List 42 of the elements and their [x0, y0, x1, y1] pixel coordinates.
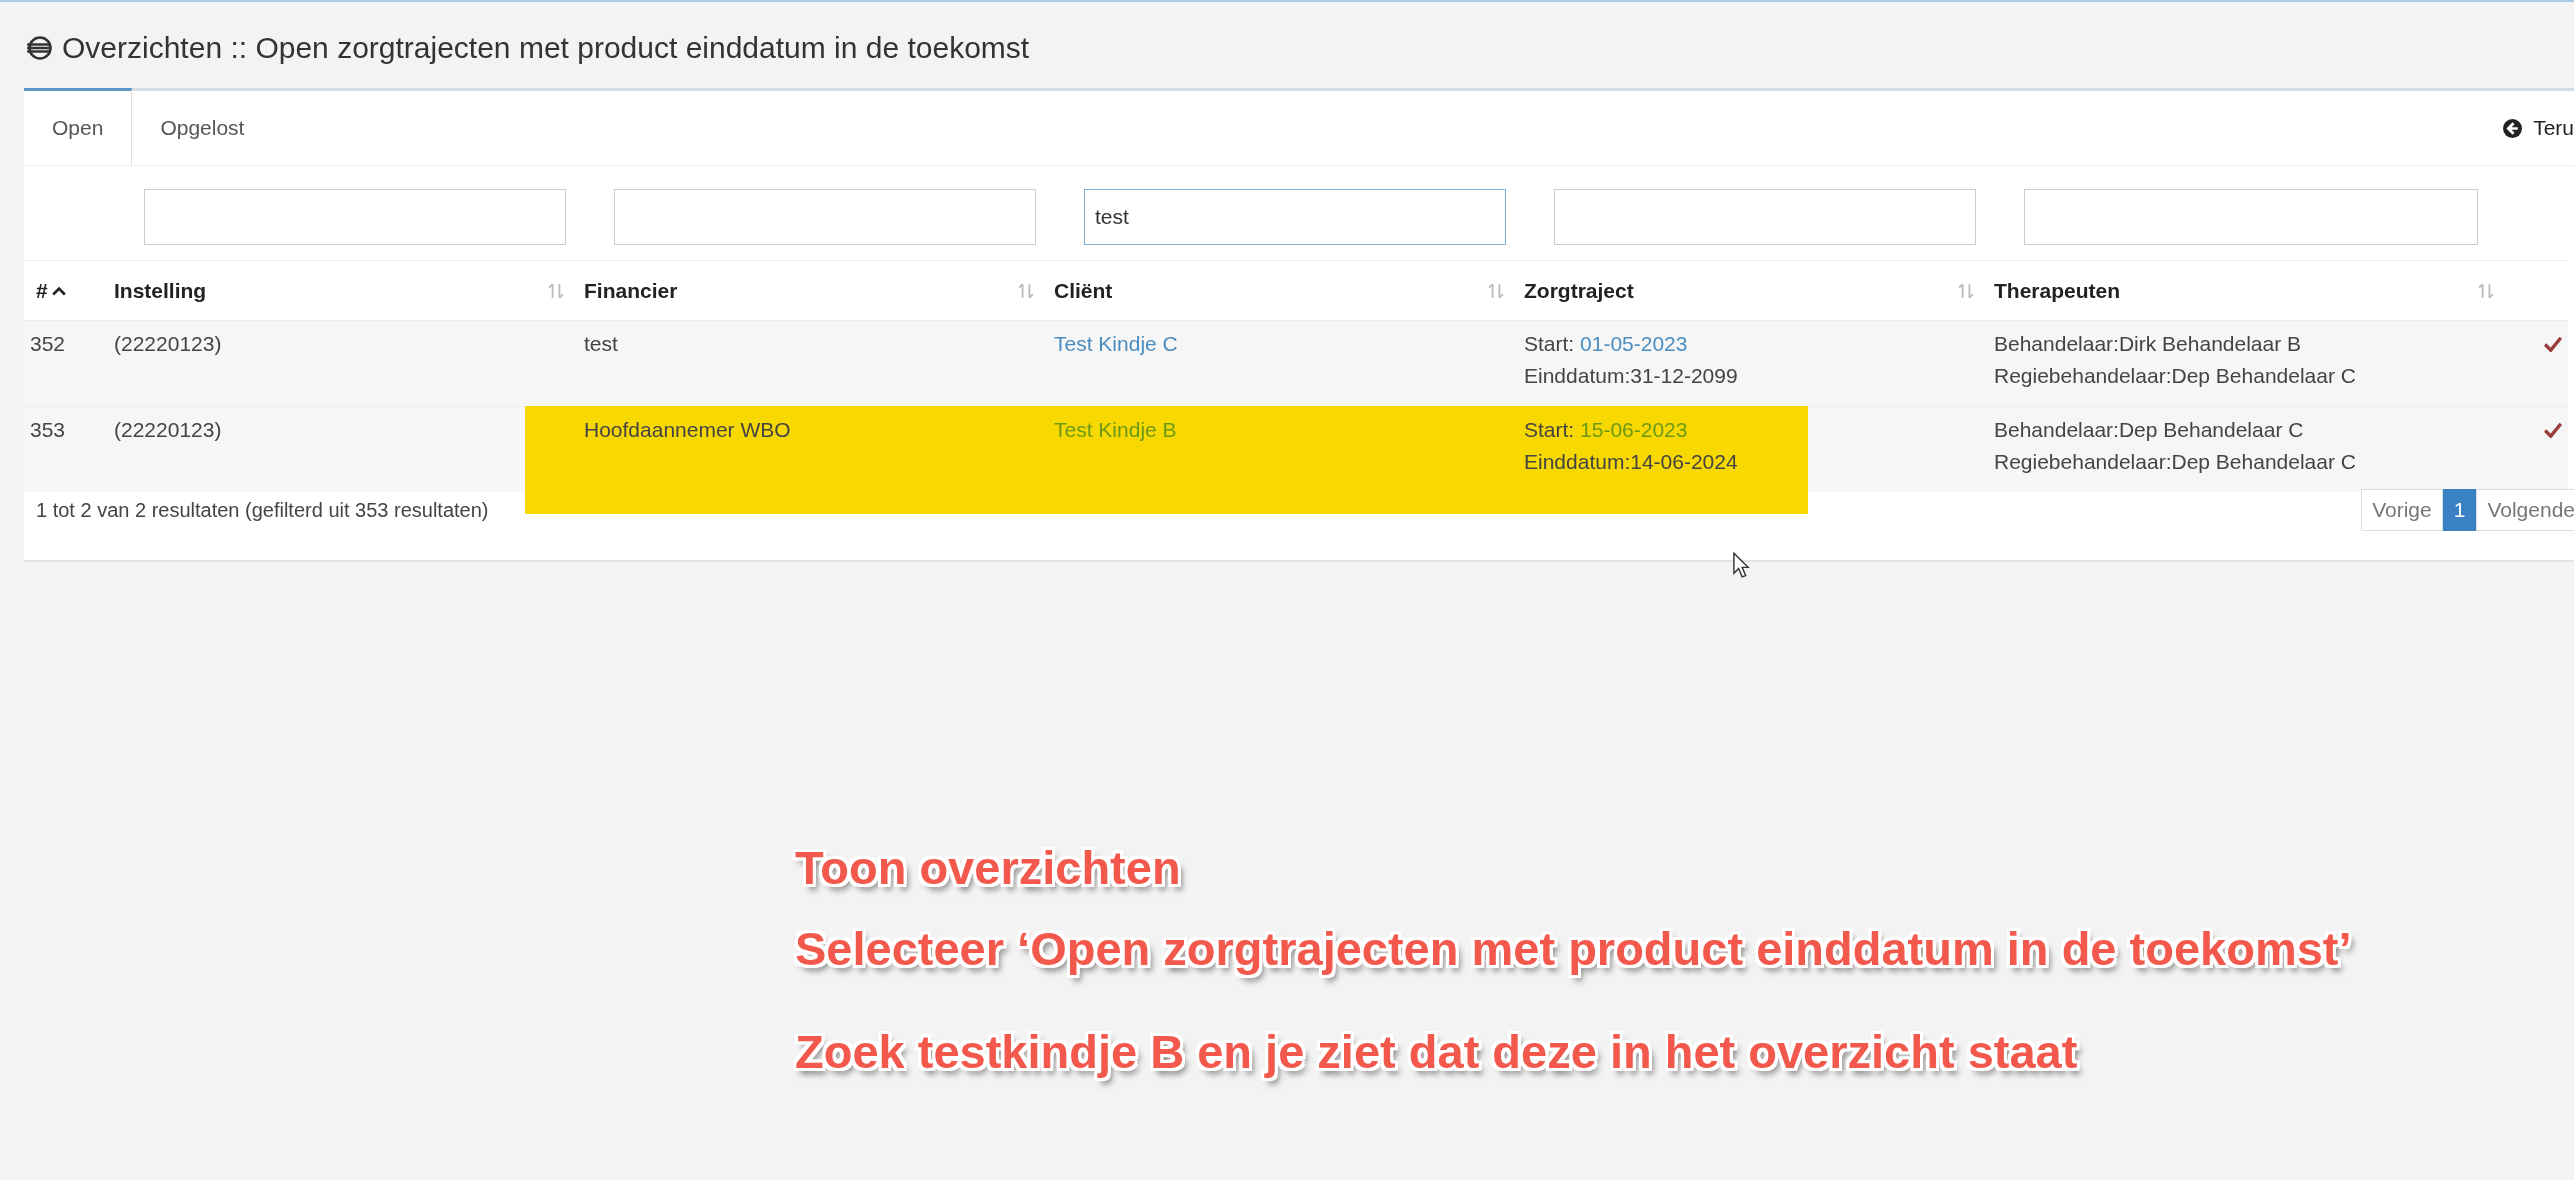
- column-header[interactable]: Financier: [584, 278, 678, 303]
- therapist-text: Behandelaar:Dep Behandelaar C: [1994, 418, 2304, 442]
- column-header[interactable]: Cliënt: [1054, 278, 1113, 303]
- table-cell: (22220123): [114, 418, 222, 442]
- list-circle-icon: [26, 34, 54, 62]
- pagination-button[interactable]: Vorige: [2361, 489, 2443, 531]
- table-cell: test: [584, 332, 618, 356]
- instruction-caption: Toon overzichten: [795, 840, 1182, 895]
- therapist-text: Behandelaar:Dirk Behandelaar B: [1994, 332, 2302, 356]
- table-cell: (22220123): [114, 332, 222, 356]
- therapist-text: Regiebehandelaar:Dep Behandelaar C: [1994, 450, 2356, 474]
- filter-field[interactable]: test: [1084, 189, 1506, 245]
- pagination-button[interactable]: Volgende: [2476, 489, 2574, 531]
- instruction-caption: Zoek testkindje B en je ziet dat deze in het overzicht staat: [795, 1024, 2079, 1079]
- end-date-text: Einddatum:31-12-2099: [1524, 364, 1738, 388]
- column-header[interactable]: Instelling: [114, 278, 207, 303]
- sort-icon[interactable]: [1958, 282, 1974, 299]
- start-label: Start:: [1524, 332, 1575, 355]
- sort-icon[interactable]: [1488, 282, 1504, 299]
- pagination-button[interactable]: 1: [2442, 489, 2477, 531]
- tab[interactable]: Opgelost: [132, 91, 273, 165]
- back-link[interactable]: Teru: [2502, 91, 2574, 165]
- table-cell: Hoofdaannemer WBO: [584, 418, 791, 442]
- page-title: Overzichten :: Open zorgtrajecten met product einddatum in de toekomst: [62, 31, 1030, 65]
- filter-field[interactable]: [614, 189, 1036, 245]
- start-label: Start:: [1524, 418, 1575, 441]
- table-cell: 352: [30, 332, 66, 356]
- column-header[interactable]: #: [36, 278, 48, 303]
- end-date-text: Einddatum:14-06-2024: [1524, 450, 1738, 474]
- sort-icon[interactable]: [1018, 282, 1034, 299]
- filter-field[interactable]: [1554, 189, 1976, 245]
- table-cell: 353: [30, 418, 66, 442]
- filter-field[interactable]: [2024, 189, 2478, 245]
- sort-icon[interactable]: [2478, 282, 2494, 299]
- results-info: 1 tot 2 van 2 resultaten (gefilterd uit 353 resultaten): [36, 498, 489, 522]
- instruction-caption: Selecteer ‘Open zorgtrajecten met product einddatum in de toekomst’: [795, 921, 2352, 976]
- column-header[interactable]: Therapeuten: [1994, 278, 2121, 303]
- tab[interactable]: Open: [24, 88, 133, 165]
- column-header[interactable]: Zorgtraject: [1524, 278, 1634, 303]
- therapist-text: Regiebehandelaar:Dep Behandelaar C: [1994, 364, 2356, 388]
- filter-field[interactable]: [144, 189, 566, 245]
- sort-icon[interactable]: [548, 282, 564, 299]
